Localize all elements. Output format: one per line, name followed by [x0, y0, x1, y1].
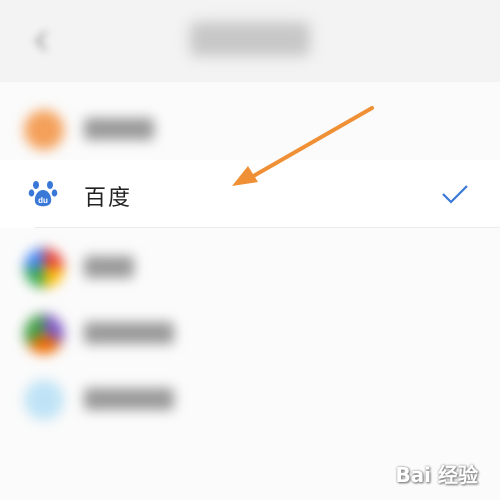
annotation-arrow	[232, 106, 374, 186]
watermark: Bai 经验	[395, 463, 478, 487]
